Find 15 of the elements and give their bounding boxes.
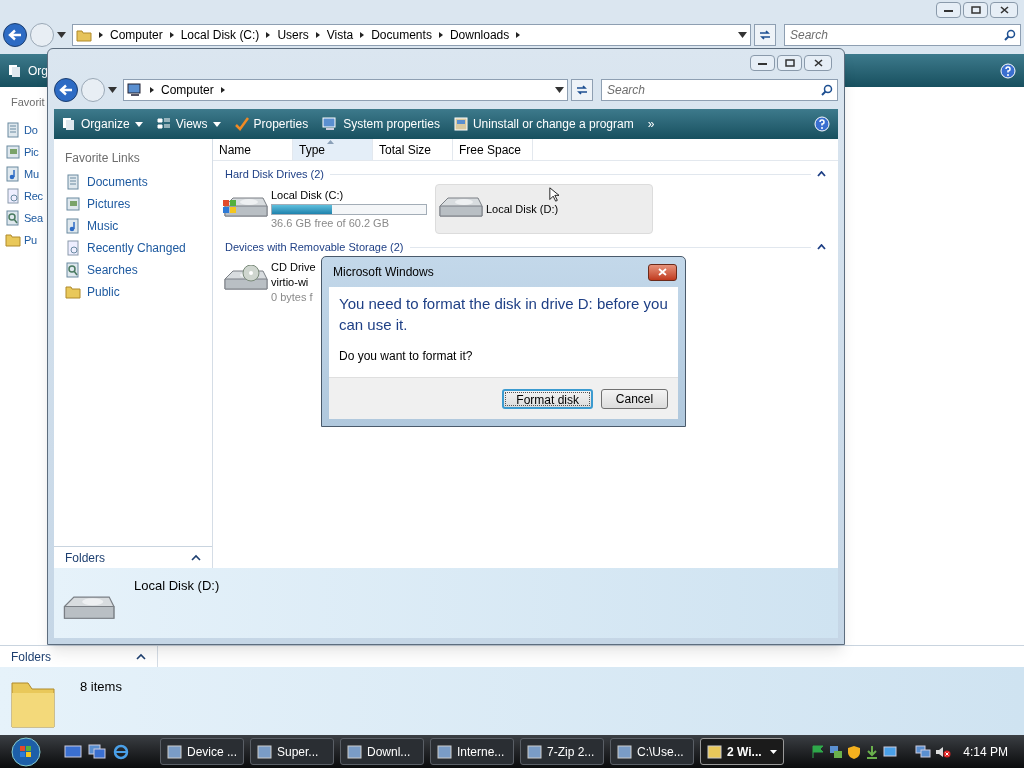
dialog-message: You need to format the disk in drive D: before you can use it. xyxy=(339,294,668,335)
drive-name: Local Disk (C:) xyxy=(271,187,345,203)
drive-space: 0 bytes f xyxy=(271,289,314,305)
dialog-question: Do you want to format it? xyxy=(339,348,474,365)
item-count: 8 items xyxy=(80,678,122,696)
drive-space: 36.6 GB free of 60.2 GB xyxy=(271,215,390,231)
selected-item-name: Local Disk (D:) xyxy=(134,577,220,595)
group-heading: Devices with Removable Storage (2) xyxy=(225,239,404,255)
drive-name: Local Disk (D:) xyxy=(486,201,559,217)
group-heading: Hard Disk Drives (2) xyxy=(225,166,324,182)
dialog-title: Microsoft Windows xyxy=(333,264,434,281)
drive-label: virtio-wi xyxy=(271,274,310,290)
sidebar-heading: Favorite Links xyxy=(65,150,141,167)
drive-name: CD Drive xyxy=(271,259,316,275)
sidebar-heading: Favorit xyxy=(11,95,46,110)
